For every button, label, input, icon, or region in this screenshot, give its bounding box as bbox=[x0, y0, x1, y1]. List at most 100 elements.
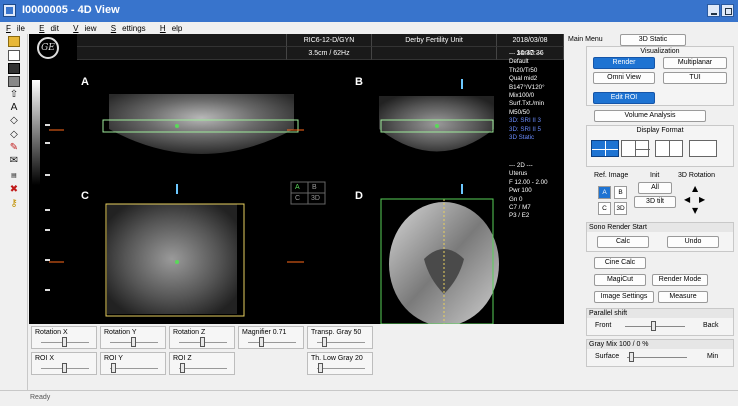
edit-roi-button[interactable]: Edit ROI bbox=[593, 92, 655, 104]
text-annotation-icon[interactable]: A bbox=[8, 102, 20, 113]
image-info-icon[interactable]: ▤ bbox=[8, 170, 20, 181]
app-icon bbox=[3, 4, 16, 17]
save-disk-icon[interactable] bbox=[8, 63, 20, 74]
render-mode-button[interactable]: Render Mode bbox=[652, 274, 708, 286]
slider-thumb[interactable] bbox=[62, 337, 67, 347]
plane-a-scan bbox=[109, 94, 294, 154]
info-line: Mix100/0 bbox=[509, 92, 535, 100]
transparency-label: Transp. Gray 50 bbox=[311, 329, 362, 336]
plane-c-scan bbox=[107, 204, 237, 314]
bottom-controls: Rotation X Rotation Y Rotation Z Magnifi… bbox=[29, 324, 564, 387]
info-line: Pwr 100 bbox=[509, 187, 532, 195]
open-folder-icon[interactable] bbox=[8, 36, 20, 47]
slider-thumb[interactable] bbox=[200, 337, 205, 347]
visualization-heading: Visualization bbox=[640, 48, 680, 55]
tools-icon[interactable]: ✖ bbox=[8, 184, 20, 195]
info-line-highlight: 3D: SRI II 3 bbox=[509, 117, 541, 125]
slider-thumb[interactable] bbox=[318, 363, 323, 373]
rotate-right-icon[interactable]: ▶ bbox=[699, 195, 705, 204]
rotation-x-label: Rotation X bbox=[35, 329, 68, 336]
magicut-button[interactable]: MagiCut bbox=[594, 274, 646, 286]
info-line: P3 / E2 bbox=[509, 212, 530, 220]
rotate-down-icon[interactable]: ▼ bbox=[692, 206, 698, 215]
slider-thumb[interactable] bbox=[180, 363, 185, 373]
rotate-up-icon[interactable]: ▲ bbox=[692, 184, 698, 193]
quadrant-b-label: B bbox=[355, 76, 363, 88]
gray-mix-heading: Gray Mix 100 / 0 % bbox=[587, 340, 733, 349]
ref-c-button[interactable]: C bbox=[598, 202, 611, 215]
rotation-x-control[interactable]: Rotation X bbox=[31, 326, 97, 349]
cine-calc-button[interactable]: Cine Calc bbox=[594, 257, 646, 269]
ref-3d-button[interactable]: 3D bbox=[614, 202, 627, 215]
info-line: --- 2D --- bbox=[509, 162, 533, 169]
arrow-annotation-icon[interactable]: ◇ bbox=[8, 115, 20, 126]
new-document-icon[interactable] bbox=[8, 50, 20, 61]
tui-button[interactable]: TUI bbox=[663, 72, 727, 84]
mini-label-a: A bbox=[295, 184, 300, 191]
image-settings-button[interactable]: Image Settings bbox=[594, 291, 654, 303]
sono-render-group: Sono Render Start Calc Undo bbox=[586, 222, 734, 252]
info-line: F 12.00 - 2.00 bbox=[509, 178, 548, 186]
print-icon[interactable] bbox=[8, 76, 20, 87]
quadrant-c-label: C bbox=[81, 190, 89, 202]
minimize-button[interactable] bbox=[707, 4, 720, 17]
info-line-highlight: 3D Static bbox=[509, 134, 535, 142]
slider-thumb[interactable] bbox=[131, 337, 136, 347]
slider-thumb[interactable] bbox=[111, 363, 116, 373]
transparency-control[interactable]: Transp. Gray 50 bbox=[307, 326, 373, 349]
rotation-3d-label: 3D Rotation bbox=[678, 172, 715, 179]
multiplanar-button[interactable]: Multiplanar bbox=[663, 57, 727, 69]
visualization-group: Visualization Render Multiplanar Omni Vi… bbox=[586, 46, 734, 106]
rotate-left-icon[interactable]: ◀ bbox=[684, 195, 690, 204]
sono-render-heading: Sono Render Start bbox=[587, 223, 733, 232]
restore-button[interactable] bbox=[721, 4, 734, 17]
diamond-icon[interactable]: ◇ bbox=[8, 129, 20, 140]
parallel-shift-thumb[interactable] bbox=[651, 321, 656, 331]
format-single-button[interactable] bbox=[689, 140, 717, 157]
format-three-button[interactable] bbox=[621, 140, 650, 157]
ref-b-button[interactable]: B bbox=[614, 186, 627, 199]
info-line: Qual mid2 bbox=[509, 75, 538, 83]
right-panel: Main Menu 3D Static Visualization Render… bbox=[566, 34, 738, 390]
roi-x-control[interactable]: ROI X bbox=[31, 352, 97, 375]
format-quad-button[interactable] bbox=[591, 140, 619, 157]
format-dual-button[interactable] bbox=[655, 140, 683, 157]
slider-track bbox=[110, 368, 158, 369]
roi-y-control[interactable]: ROI Y bbox=[100, 352, 166, 375]
volume-analysis-button[interactable]: Volume Analysis bbox=[594, 110, 706, 122]
image-viewer[interactable]: RIC6-12-D/GYN Derby Fertility Unit 2018/… bbox=[29, 34, 564, 324]
info-line: Uterus bbox=[509, 170, 528, 178]
slider-thumb[interactable] bbox=[259, 337, 264, 347]
home-arrow-icon[interactable]: ⇧ bbox=[8, 89, 20, 100]
mode-selector[interactable]: 3D Static bbox=[620, 34, 686, 46]
rotation-y-control[interactable]: Rotation Y bbox=[100, 326, 166, 349]
tilt-3d-button[interactable]: 3D tilt bbox=[634, 196, 676, 208]
threshold-low-control[interactable]: Th. Low Gray 20 bbox=[307, 352, 373, 375]
mail-icon[interactable]: ✉ bbox=[8, 155, 20, 166]
marker-dot bbox=[175, 260, 179, 264]
slider-track bbox=[179, 368, 227, 369]
quadrant-d-label: D bbox=[355, 190, 363, 202]
magnifier-label: Magnifier 0.71 bbox=[242, 329, 287, 336]
init-all-button[interactable]: All bbox=[638, 182, 672, 194]
rotation-z-control[interactable]: Rotation Z bbox=[169, 326, 235, 349]
key-icon[interactable]: ⚷ bbox=[8, 198, 20, 209]
ref-a-button[interactable]: A bbox=[598, 186, 611, 199]
slider-thumb[interactable] bbox=[62, 363, 67, 373]
roi-y-label: ROI Y bbox=[104, 355, 123, 362]
measure-button[interactable]: Measure bbox=[658, 291, 708, 303]
title-bar: I0000005 - 4D View bbox=[0, 0, 738, 22]
slider-track bbox=[317, 368, 365, 369]
omni-view-button[interactable]: Omni View bbox=[593, 72, 655, 84]
undo-button[interactable]: Undo bbox=[667, 236, 719, 248]
mini-label-c: C bbox=[295, 195, 301, 202]
gray-mix-thumb[interactable] bbox=[629, 352, 634, 362]
gray-mix-track bbox=[627, 357, 687, 358]
magnifier-control[interactable]: Magnifier 0.71 bbox=[238, 326, 304, 349]
slider-thumb[interactable] bbox=[322, 337, 327, 347]
calc-button[interactable]: Calc bbox=[597, 236, 649, 248]
left-toolbar: ⇧ A ◇ ◇ ✎ ✉ ▤ ✖ ⚷ bbox=[0, 34, 28, 390]
roi-z-control[interactable]: ROI Z bbox=[169, 352, 235, 375]
delete-annotation-icon[interactable]: ✎ bbox=[8, 142, 20, 153]
render-button[interactable]: Render bbox=[593, 57, 655, 69]
